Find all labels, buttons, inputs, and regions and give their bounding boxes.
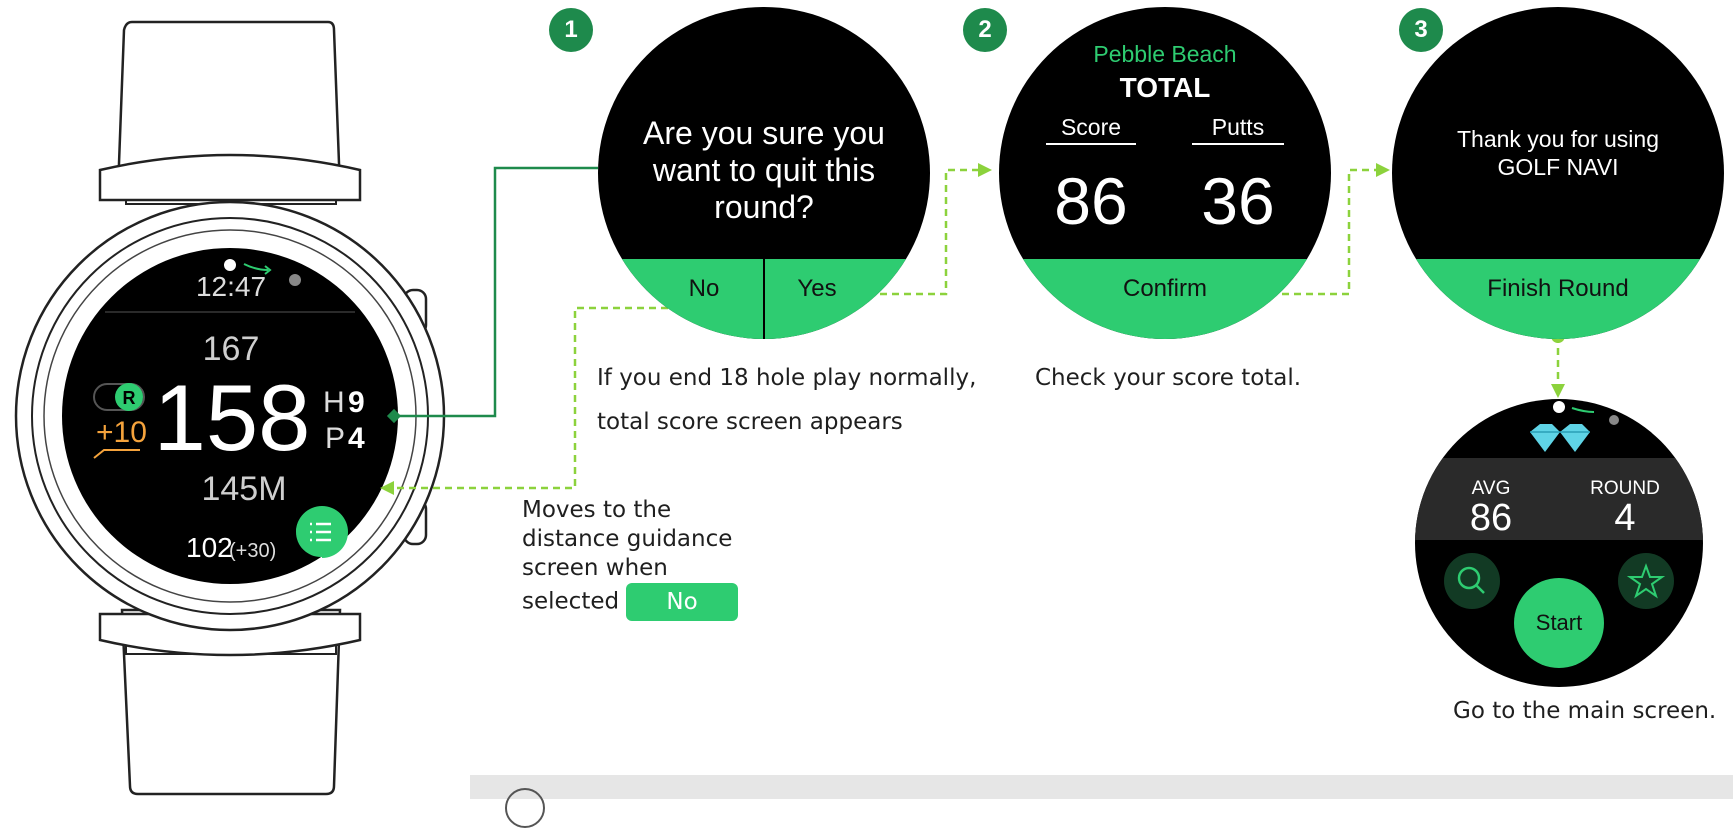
score-value: 86	[1054, 164, 1127, 238]
thank-you-line-2: GOLF NAVI	[1498, 154, 1619, 180]
favorite-button[interactable]	[1618, 553, 1674, 609]
avg-label: AVG	[1472, 478, 1511, 499]
score-diff: +10	[96, 416, 147, 449]
smartwatch-illustration: 12:47 167 158 145M H 9 P 4 R +10 102 (+3…	[14, 20, 446, 796]
no-note-button: No	[626, 583, 738, 621]
no-note-line-2: distance guidance	[522, 526, 733, 552]
no-note-line-3: screen when	[522, 555, 668, 581]
svg-text:Yes: Yes	[797, 275, 836, 302]
flag-icon	[289, 274, 301, 286]
step-3-caption: Go to the main screen.	[1453, 698, 1717, 724]
par-number: 4	[348, 422, 365, 455]
finish-round-button[interactable]: Finish Round	[1487, 275, 1628, 302]
start-button[interactable]: Start	[1514, 578, 1604, 668]
center-distance: 158	[154, 365, 311, 470]
quit-confirm-screen: Are you sure you want to quit this round…	[598, 7, 930, 339]
putts-value: 36	[1201, 164, 1274, 238]
svg-text:No: No	[689, 275, 720, 302]
yes-button[interactable]: Yes	[797, 275, 836, 302]
score-label: Score	[1061, 114, 1121, 140]
svg-text:R: R	[123, 388, 136, 408]
total-score-screen: Pebble Beach TOTAL Score Putts 86 36 Con…	[999, 7, 1331, 339]
putts-label: Putts	[1212, 114, 1264, 140]
back-distance: 145M	[201, 470, 286, 508]
thank-you-line-1: Thank you for using	[1457, 126, 1659, 152]
front-distance: 167	[203, 330, 260, 368]
info-icon	[505, 788, 545, 828]
step-1-caption-line-2: total score screen appears	[597, 409, 903, 435]
settings-icon	[1609, 415, 1619, 425]
thank-you-screen: Thank you for using GOLF NAVI Finish Rou…	[1392, 7, 1724, 339]
hole-number: 9	[348, 386, 365, 419]
hole-label: H	[323, 386, 345, 419]
svg-text:Confirm: Confirm	[1123, 275, 1207, 302]
search-button[interactable]	[1444, 553, 1500, 609]
quit-question-line-2: want to quit this	[652, 152, 875, 188]
no-note-line-4: selected	[522, 588, 620, 615]
step-2-caption: Check your score total.	[1035, 365, 1302, 391]
shot-distance: 102	[186, 532, 233, 563]
step-1-caption-line-1: If you end 18 hole play normally,	[597, 365, 977, 391]
par-label: P	[325, 422, 345, 455]
page-dot	[224, 259, 236, 271]
confirm-button[interactable]: Confirm	[1123, 275, 1207, 302]
total-heading: TOTAL	[1120, 72, 1211, 103]
step-1-badge: 1	[549, 8, 593, 52]
svg-text:Start: Start	[1536, 610, 1582, 635]
quit-question-line-3: round?	[714, 189, 814, 225]
main-screen: AVG 86 ROUND 4 Start	[1415, 399, 1703, 687]
no-note-line-1: Moves to the	[522, 497, 672, 523]
course-name: Pebble Beach	[1093, 41, 1236, 67]
watch-time: 12:47	[196, 271, 266, 302]
no-button[interactable]: No	[689, 275, 720, 302]
avg-value: 86	[1470, 497, 1512, 539]
shot-extra: (+30)	[229, 540, 276, 562]
round-value: 4	[1614, 497, 1635, 539]
quit-question-line-1: Are you sure you	[643, 115, 885, 151]
svg-text:Finish Round: Finish Round	[1487, 275, 1628, 302]
note-bar	[470, 775, 1733, 799]
no-note: Moves to the distance guidance screen wh…	[522, 496, 738, 621]
round-label: ROUND	[1590, 478, 1660, 499]
